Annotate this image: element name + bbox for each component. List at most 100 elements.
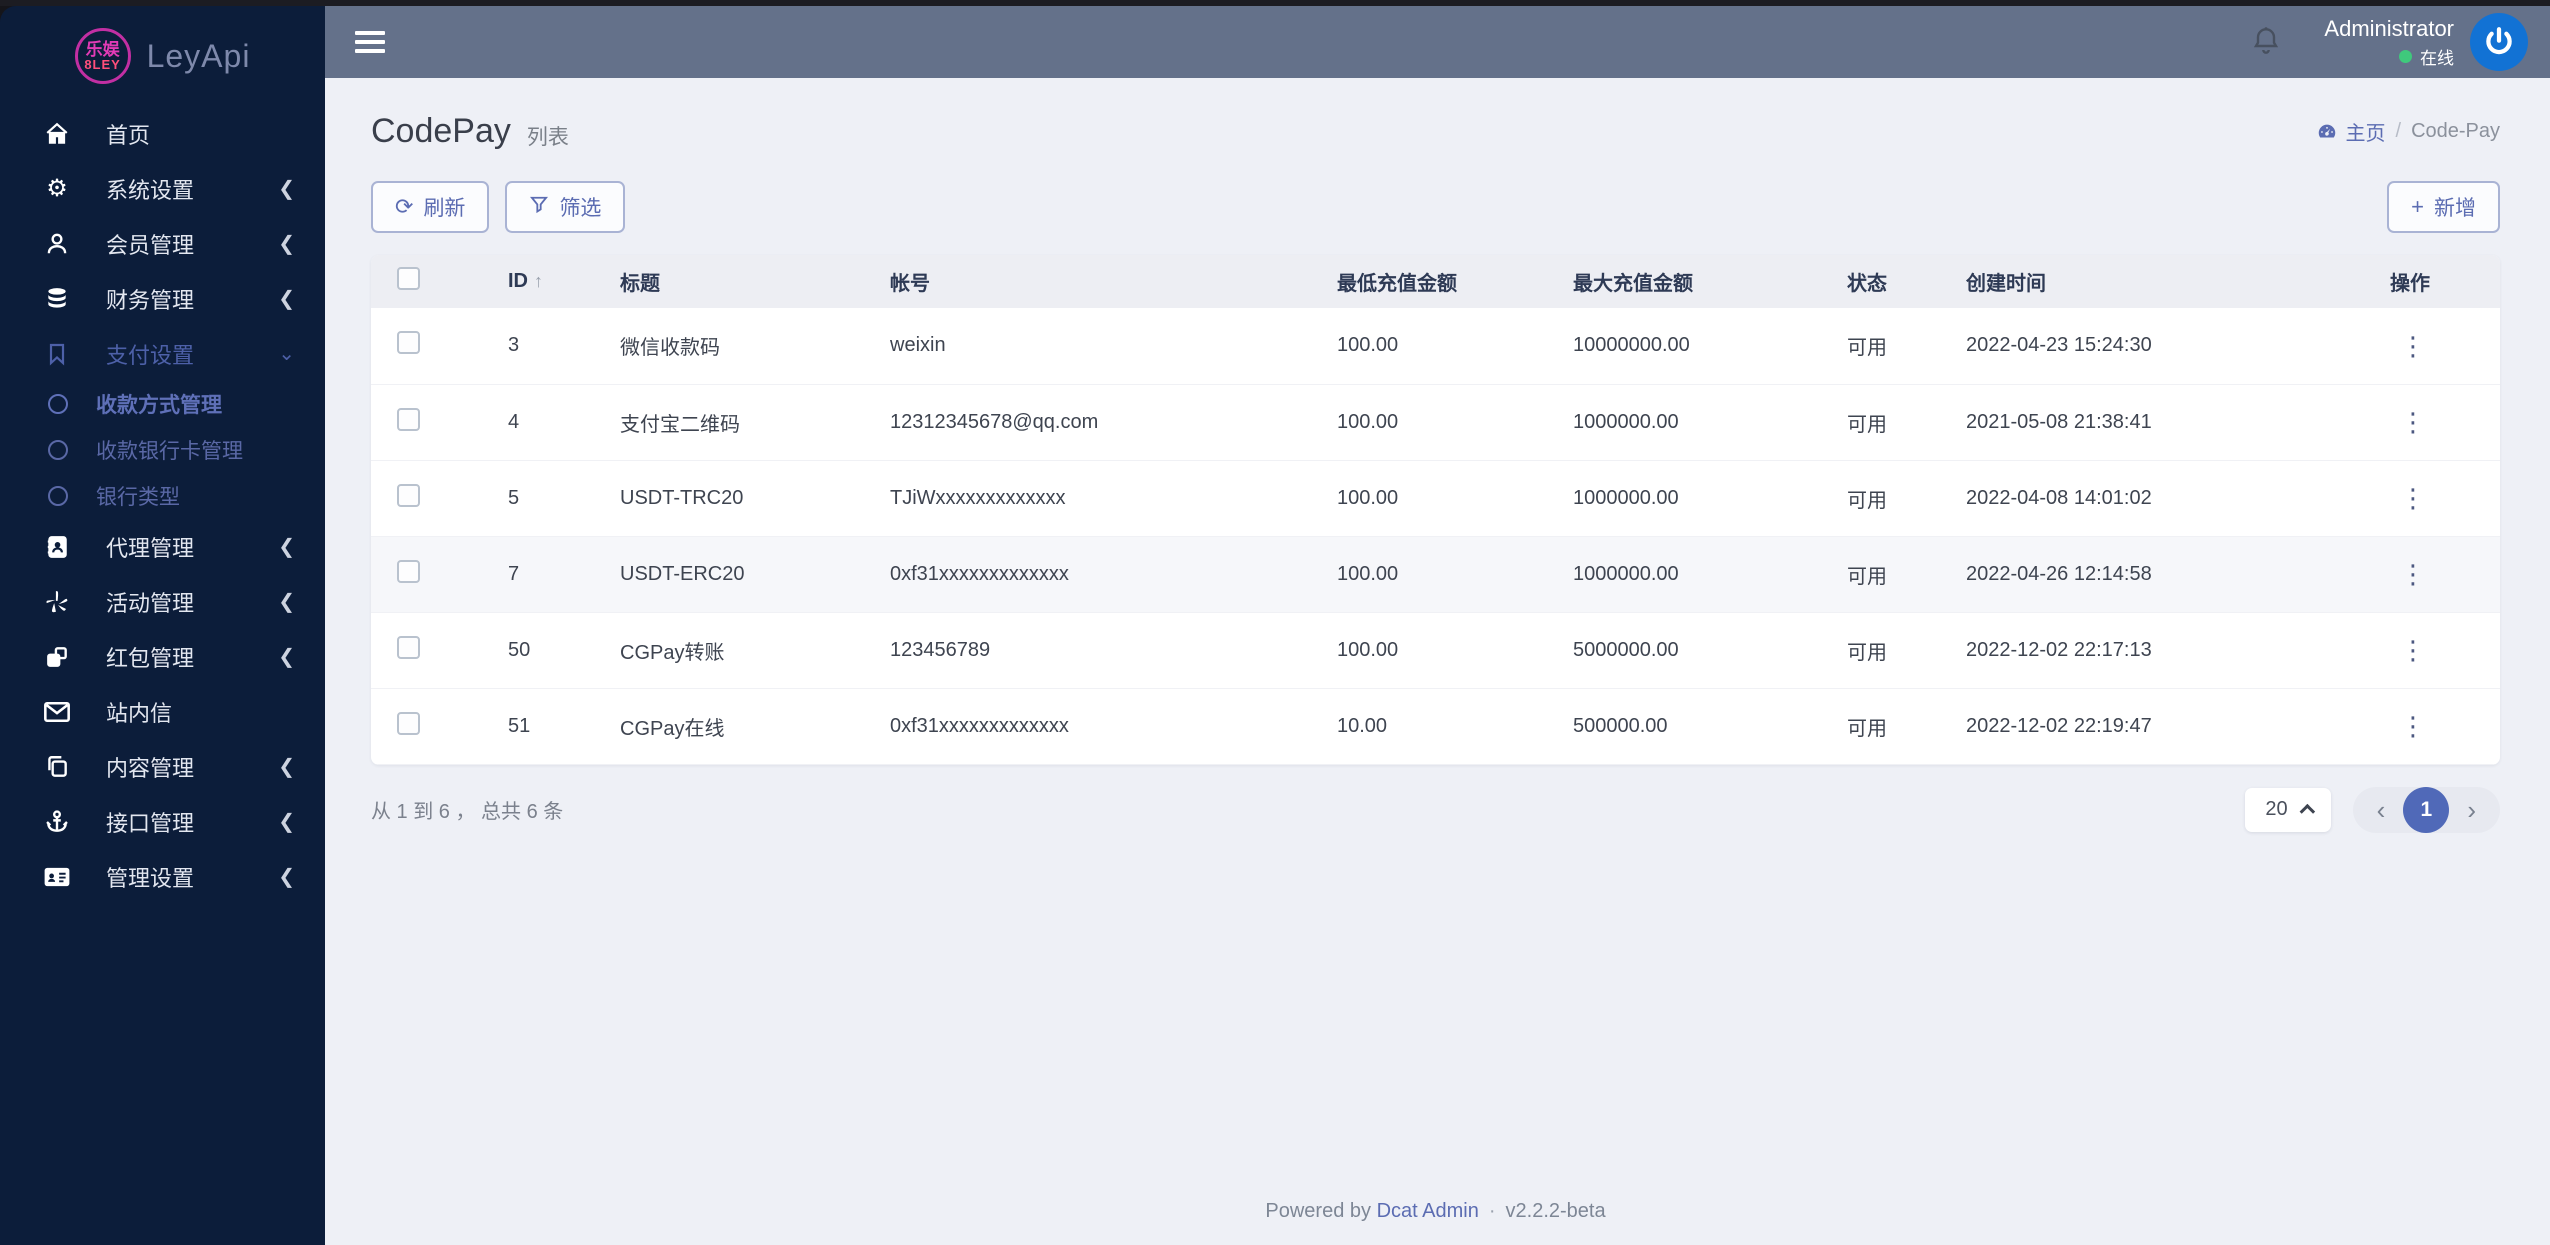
table-header-row: ID ↑ 标题 帐号 最低充值金额 最大充值金额 状态 创建时间 操作 — [371, 255, 2500, 308]
table-row: 4 支付宝二维码 12312345678@qq.com 100.00 10000… — [371, 384, 2500, 461]
sidebar-item-finance[interactable]: 财务管理 ❮ — [0, 271, 325, 326]
asterisk-icon — [40, 589, 74, 615]
sidebar-item-home[interactable]: 首页 — [0, 106, 325, 161]
logo-badge-line2: 8LEY — [84, 57, 121, 72]
footer: Powered by Dcat Admin · v2.2.2-beta — [371, 1182, 2500, 1245]
cell-status: 可用 — [1847, 612, 1966, 689]
user-avatar[interactable] — [2470, 13, 2528, 71]
row-actions-menu-icon[interactable]: ⋮ — [2390, 405, 2436, 439]
sidebar-item-label: 代理管理 — [106, 535, 195, 561]
cell-created: 2021-05-08 21:38:41 — [1966, 384, 2390, 461]
dashboard-icon — [2318, 124, 2335, 137]
online-status-dot — [2399, 49, 2412, 63]
cell-status: 可用 — [1847, 536, 1966, 613]
sidebar-toggle-button[interactable] — [355, 31, 385, 53]
footer-version: v2.2.2-beta — [1505, 1200, 1606, 1222]
envelope-icon — [40, 700, 74, 724]
table-card: ID ↑ 标题 帐号 最低充值金额 最大充值金额 状态 创建时间 操作 3 微信收… — [371, 255, 2500, 765]
row-checkbox[interactable] — [397, 407, 420, 431]
sidebar-item-activities[interactable]: 活动管理 ❮ — [0, 574, 325, 629]
row-checkbox[interactable] — [397, 559, 420, 583]
add-button-label: 新增 — [2434, 197, 2476, 220]
column-header-label: 状态 — [1847, 273, 1887, 295]
circle-icon — [48, 486, 68, 506]
cell-max-amount: 1000000.00 — [1573, 536, 1847, 613]
chevron-left-icon: ❮ — [278, 811, 295, 833]
footer-separator: · — [1488, 1200, 1496, 1222]
sidebar-item-label: 管理设置 — [106, 865, 195, 891]
row-checkbox[interactable] — [397, 711, 420, 735]
sidebar-item-agents[interactable]: 代理管理 ❮ — [0, 519, 325, 574]
select-all-checkbox[interactable] — [397, 267, 420, 290]
row-actions-menu-icon[interactable]: ⋮ — [2390, 329, 2436, 363]
logo[interactable]: 乐娱 8LEY LeyApi — [0, 6, 325, 106]
sidebar-subitem-bank-cards[interactable]: 收款银行卡管理 — [0, 427, 325, 473]
brand-logo-icon: 乐娱 8LEY — [74, 28, 131, 84]
sidebar-item-content[interactable]: 内容管理 ❮ — [0, 739, 325, 794]
table-row: 5 USDT-TRC20 TJiWxxxxxxxxxxxxx 100.00 10… — [371, 460, 2500, 537]
data-table: ID ↑ 标题 帐号 最低充值金额 最大充值金额 状态 创建时间 操作 3 微信收… — [371, 255, 2500, 765]
table-body: 3 微信收款码 weixin 100.00 10000000.00 可用 202… — [371, 308, 2500, 765]
bookmark-icon — [40, 342, 74, 366]
sidebar-item-members[interactable]: 会员管理 ❮ — [0, 216, 325, 271]
footer-brand-link[interactable]: Dcat Admin — [1377, 1200, 1479, 1222]
per-page-value: 20 — [2265, 798, 2288, 820]
cell-account: weixin — [890, 308, 1337, 385]
chevron-left-icon: ❮ — [278, 536, 295, 558]
topbar-right: Administrator 在线 — [2250, 13, 2528, 71]
column-header-min-amount: 最低充值金额 — [1337, 255, 1573, 308]
page-number-button[interactable]: 1 — [2403, 786, 2450, 833]
breadcrumb-home-link[interactable]: 主页 — [2316, 117, 2386, 146]
per-page-select[interactable]: 20 — [2245, 787, 2331, 832]
breadcrumb: 主页 / Code-Pay — [2316, 117, 2500, 146]
sidebar-item-api[interactable]: 接口管理 ❮ — [0, 794, 325, 849]
column-header-id[interactable]: ID ↑ — [508, 255, 620, 308]
chevron-left-icon: ❮ — [278, 288, 295, 310]
table-row: 7 USDT-ERC20 0xf31xxxxxxxxxxxxx 100.00 1… — [371, 536, 2500, 613]
row-checkbox[interactable] — [397, 483, 420, 507]
sidebar-item-admin-settings[interactable]: 管理设置 ❮ — [0, 849, 325, 904]
sidebar-item-payment-settings[interactable]: 支付设置 ⌄ — [0, 326, 325, 381]
column-header-label: 帐号 — [890, 273, 930, 295]
sidebar-subitem-label: 收款方式管理 — [96, 394, 222, 417]
refresh-button-label: 刷新 — [423, 197, 466, 220]
logo-text: LeyApi — [146, 37, 251, 74]
cell-account: 12312345678@qq.com — [890, 384, 1337, 461]
column-header-label: 操作 — [2390, 273, 2430, 295]
cell-max-amount: 10000000.00 — [1573, 308, 1847, 385]
pager: ‹ 1 › — [2352, 786, 2500, 833]
next-page-button[interactable]: › — [2453, 797, 2490, 823]
sort-asc-icon[interactable]: ↑ — [534, 271, 543, 291]
sidebar-item-system-settings[interactable]: ⚙ 系统设置 ❮ — [0, 161, 325, 216]
power-icon — [2486, 27, 2512, 55]
refresh-button[interactable]: ⟳ 刷新 — [371, 181, 490, 233]
row-actions-menu-icon[interactable]: ⋮ — [2390, 481, 2436, 515]
user-meta: Administrator 在线 — [2324, 16, 2454, 69]
filter-button[interactable]: 筛选 — [505, 181, 626, 233]
cell-min-amount: 100.00 — [1337, 612, 1573, 689]
add-button[interactable]: + 新增 — [2387, 181, 2500, 233]
sidebar-item-messages[interactable]: 站内信 — [0, 684, 325, 739]
sidebar-item-red-packets[interactable]: 红包管理 ❮ — [0, 629, 325, 684]
row-actions-menu-icon[interactable]: ⋮ — [2390, 633, 2436, 667]
row-checkbox[interactable] — [397, 331, 420, 355]
pagination-bar: 从 1 到 6 ， 总共 6 条 20 ‹ 1 › — [371, 786, 2500, 833]
cell-min-amount: 100.00 — [1337, 308, 1573, 385]
gears-icon: ⚙ — [46, 175, 68, 202]
row-checkbox[interactable] — [397, 635, 420, 659]
sidebar-subitem-payment-methods[interactable]: 收款方式管理 — [0, 381, 325, 427]
app-window: 乐娱 8LEY LeyApi 首页 ⚙ 系统设置 ❮ 会员管理 ❮ 财务管理 ❮… — [0, 6, 2550, 1245]
sidebar-subitem-bank-types[interactable]: 银行类型 — [0, 473, 325, 519]
prev-page-button[interactable]: ‹ — [2363, 797, 2400, 823]
notifications-bell-icon[interactable] — [2250, 24, 2282, 61]
chevron-left-icon: ❮ — [278, 866, 295, 888]
sidebar-item-label: 活动管理 — [106, 590, 195, 616]
chevron-up-icon — [2299, 803, 2315, 820]
cell-max-amount: 500000.00 — [1573, 688, 1847, 765]
plus-icon: + — [2411, 194, 2424, 219]
row-actions-menu-icon[interactable]: ⋮ — [2390, 709, 2436, 743]
cell-status: 可用 — [1847, 460, 1966, 537]
row-actions-menu-icon[interactable]: ⋮ — [2390, 557, 2436, 591]
cell-min-amount: 100.00 — [1337, 536, 1573, 613]
cell-id: 50 — [508, 612, 620, 689]
